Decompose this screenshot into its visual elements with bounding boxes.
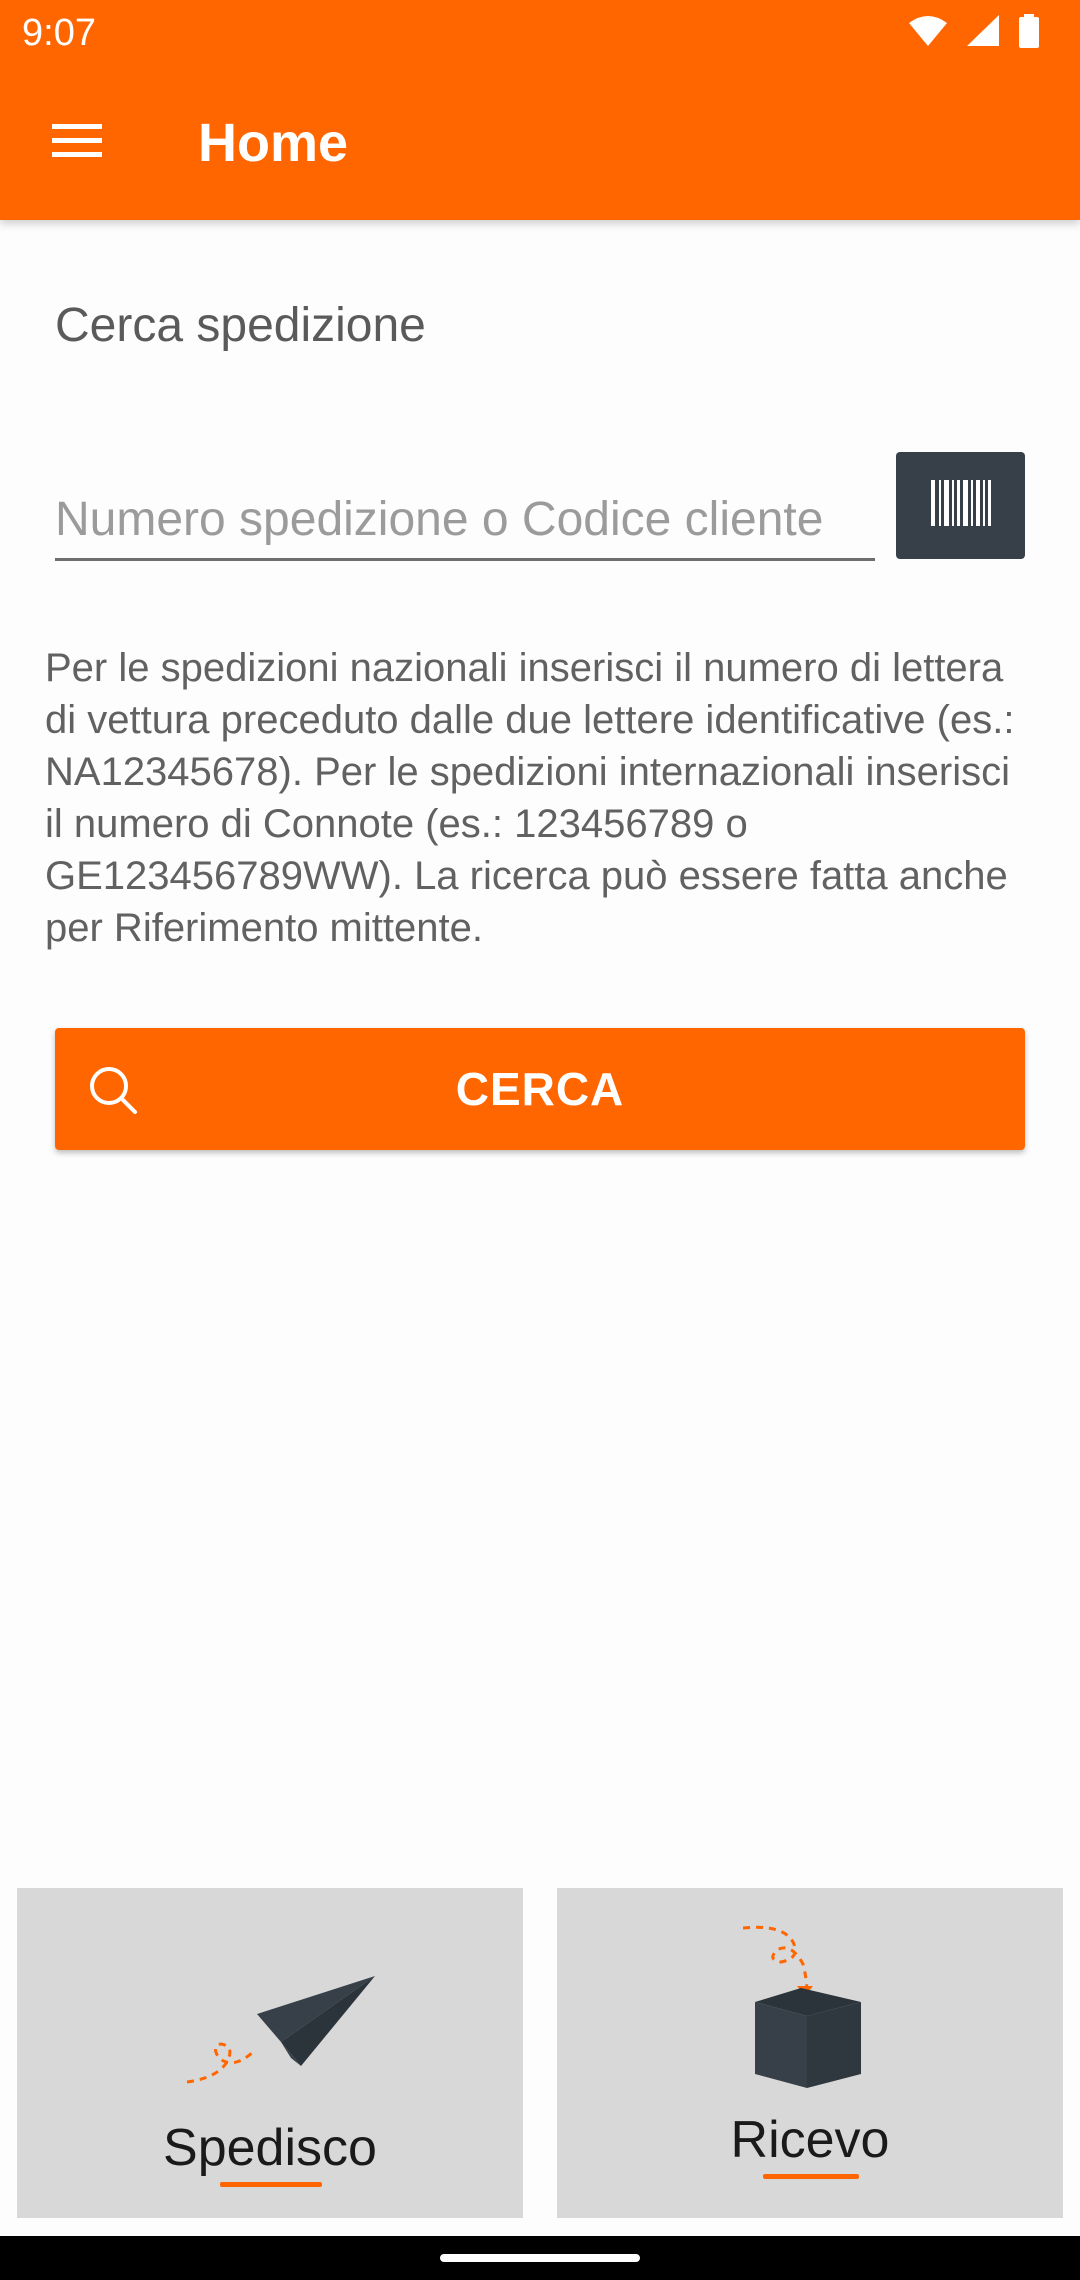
spedisco-underline	[220, 2182, 322, 2187]
search-help-text: Per le spedizioni nazionali inserisci il…	[45, 646, 1015, 950]
status-time: 9:07	[22, 12, 96, 54]
search-section-title: Cerca spedizione	[55, 299, 426, 352]
paper-plane-icon	[177, 1970, 377, 2095]
app-bar: 9:07 Home	[0, 0, 1080, 220]
menu-button[interactable]	[40, 110, 112, 170]
battery-icon	[1018, 14, 1040, 53]
barcode-scan-button[interactable]	[896, 452, 1025, 559]
cerca-button[interactable]: CERCA	[55, 1028, 1025, 1150]
spedisco-tile[interactable]: Spedisco	[17, 1888, 523, 2218]
system-nav-bar	[0, 2236, 1080, 2280]
home-gesture-handle[interactable]	[440, 2254, 640, 2262]
wifi-icon	[908, 15, 948, 52]
shipment-search-input[interactable]	[55, 480, 875, 561]
menu-icon	[40, 124, 112, 174]
barcode-icon	[929, 478, 993, 533]
signal-icon	[966, 15, 1000, 52]
search-icon	[85, 1062, 141, 1123]
ricevo-label: Ricevo	[730, 2111, 890, 2169]
cerca-button-label: CERCA	[455, 1063, 625, 1115]
ricevo-tile[interactable]: Ricevo	[557, 1888, 1063, 2218]
spedisco-label: Spedisco	[163, 2119, 377, 2177]
status-icons	[908, 14, 1040, 53]
ricevo-underline	[763, 2174, 859, 2179]
box-icon	[742, 1924, 873, 2099]
page-title: Home	[198, 113, 349, 173]
